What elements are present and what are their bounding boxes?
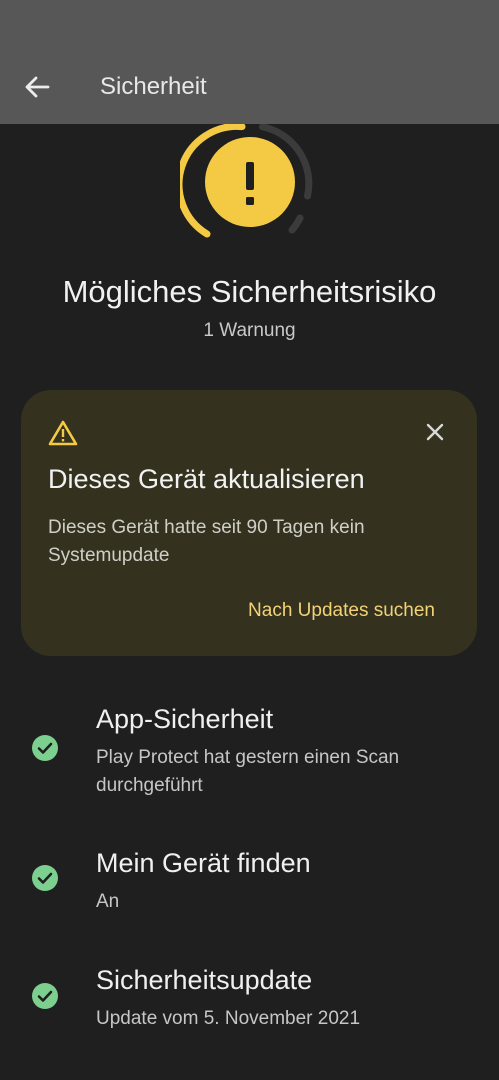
warning-triangle-icon xyxy=(48,419,78,447)
status-title: Mögliches Sicherheitsrisiko xyxy=(62,274,437,309)
item-title: Mein Gerät finden xyxy=(96,848,311,878)
list-item-app-security[interactable]: App-Sicherheit Play Protect hat gestern … xyxy=(0,700,499,820)
check-updates-button[interactable]: Nach Updates suchen xyxy=(248,600,435,622)
exclamation-icon xyxy=(246,162,254,205)
arrow-back-icon[interactable] xyxy=(22,72,52,102)
app-bar: Sicherheit xyxy=(0,48,499,124)
update-alert-card: Dieses Gerät aktualisieren Dieses Gerät … xyxy=(21,390,477,656)
list-item-find-device[interactable]: Mein Gerät finden An xyxy=(0,845,499,935)
item-subtitle: Update vom 5. November 2021 xyxy=(96,1008,361,1029)
item-title: App-Sicherheit xyxy=(96,704,274,734)
alert-body: Dieses Gerät hatte seit 90 Tagen kein Sy… xyxy=(48,517,365,566)
check-circle-icon xyxy=(31,982,59,1010)
item-subtitle: Play Protect hat gestern einen Scan durc… xyxy=(96,747,400,796)
alert-title: Dieses Gerät aktualisieren xyxy=(48,464,365,494)
list-item-security-update[interactable]: Sicherheitsupdate Update vom 5. November… xyxy=(0,962,499,1052)
status-gauge xyxy=(175,122,320,244)
page-title: Sicherheit xyxy=(100,73,207,100)
status-subtitle: 1 Warnung xyxy=(203,320,296,341)
item-title: Sicherheitsupdate xyxy=(96,965,313,995)
close-icon[interactable] xyxy=(423,420,447,444)
check-circle-icon xyxy=(31,864,59,892)
status-bar xyxy=(0,0,499,48)
item-subtitle: An xyxy=(96,891,120,912)
check-circle-icon xyxy=(31,734,59,762)
